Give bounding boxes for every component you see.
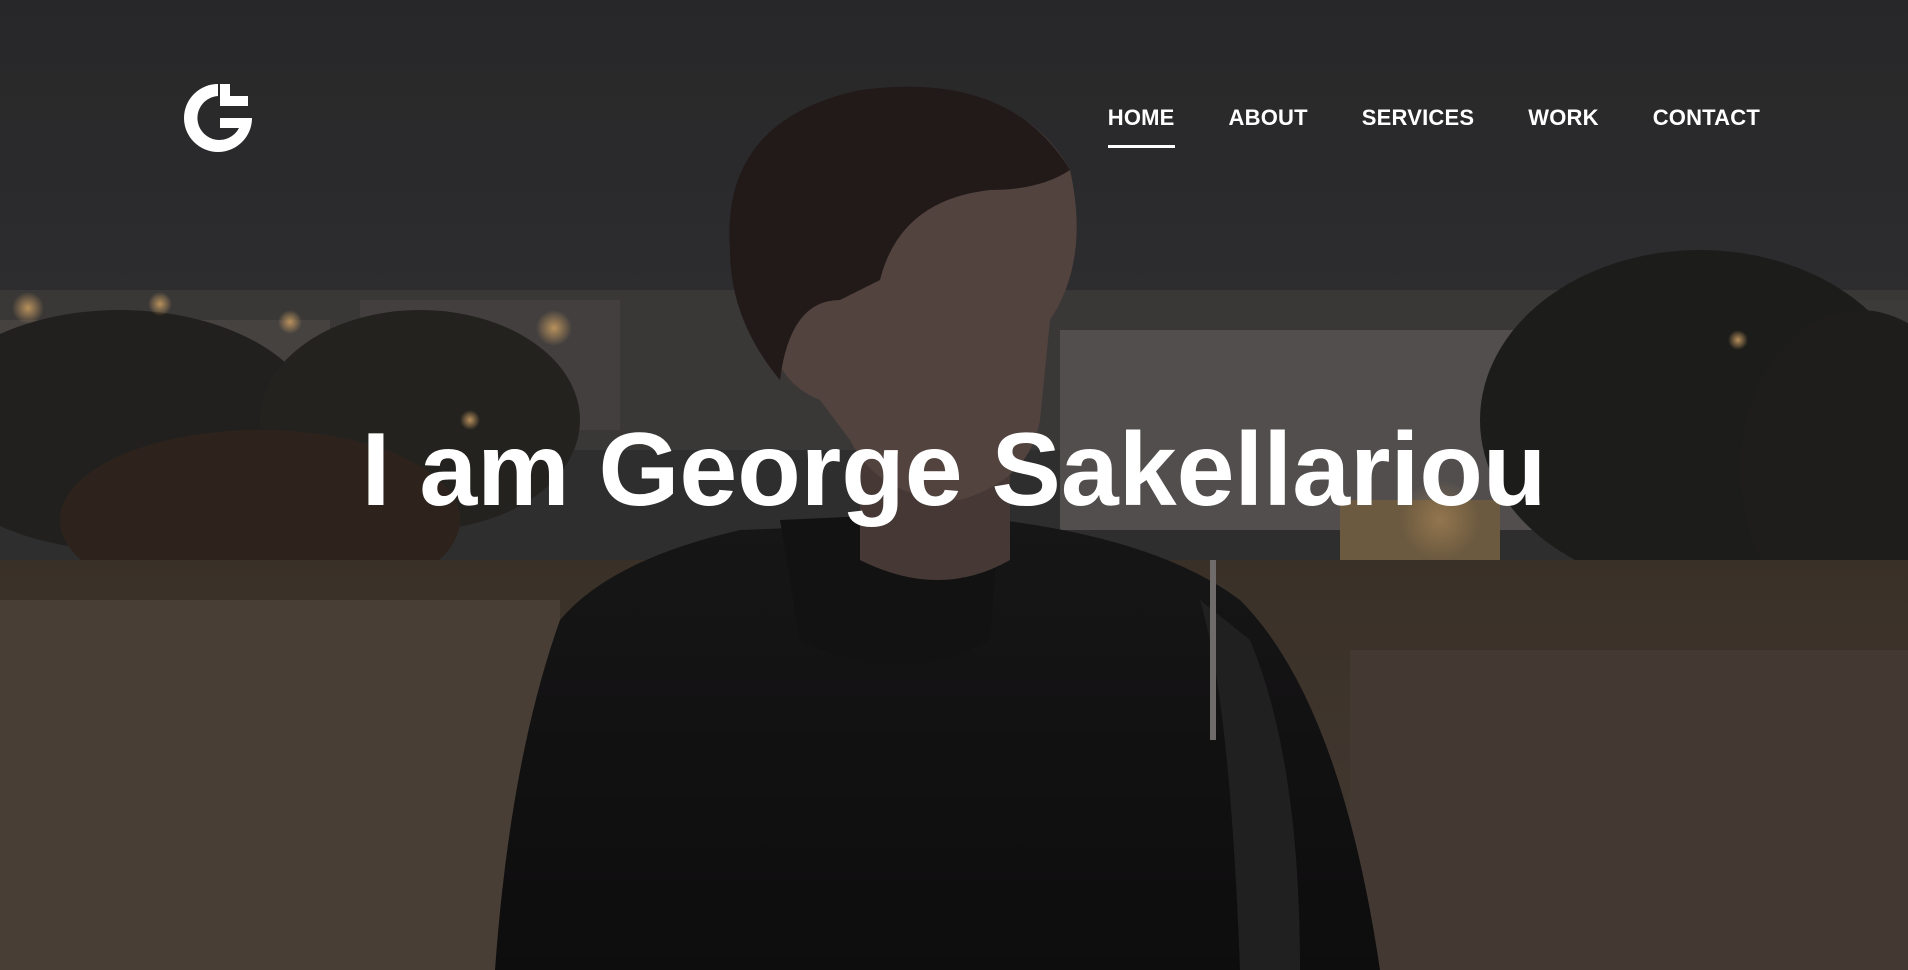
nav-item-services[interactable]: SERVICES xyxy=(1362,100,1474,136)
hero-headline: I am George Sakellariou xyxy=(361,412,1547,528)
gs-monogram-icon[interactable] xyxy=(180,80,256,156)
nav-item-about[interactable]: ABOUT xyxy=(1229,100,1308,136)
main-nav: HOME ABOUT SERVICES WORK CONTACT xyxy=(1107,100,1760,148)
nav-item-home[interactable]: HOME xyxy=(1107,100,1175,148)
nav-item-contact[interactable]: CONTACT xyxy=(1653,100,1760,136)
hero-section: HOME ABOUT SERVICES WORK CONTACT I am Ge… xyxy=(0,0,1908,970)
nav-item-work[interactable]: WORK xyxy=(1528,100,1598,136)
